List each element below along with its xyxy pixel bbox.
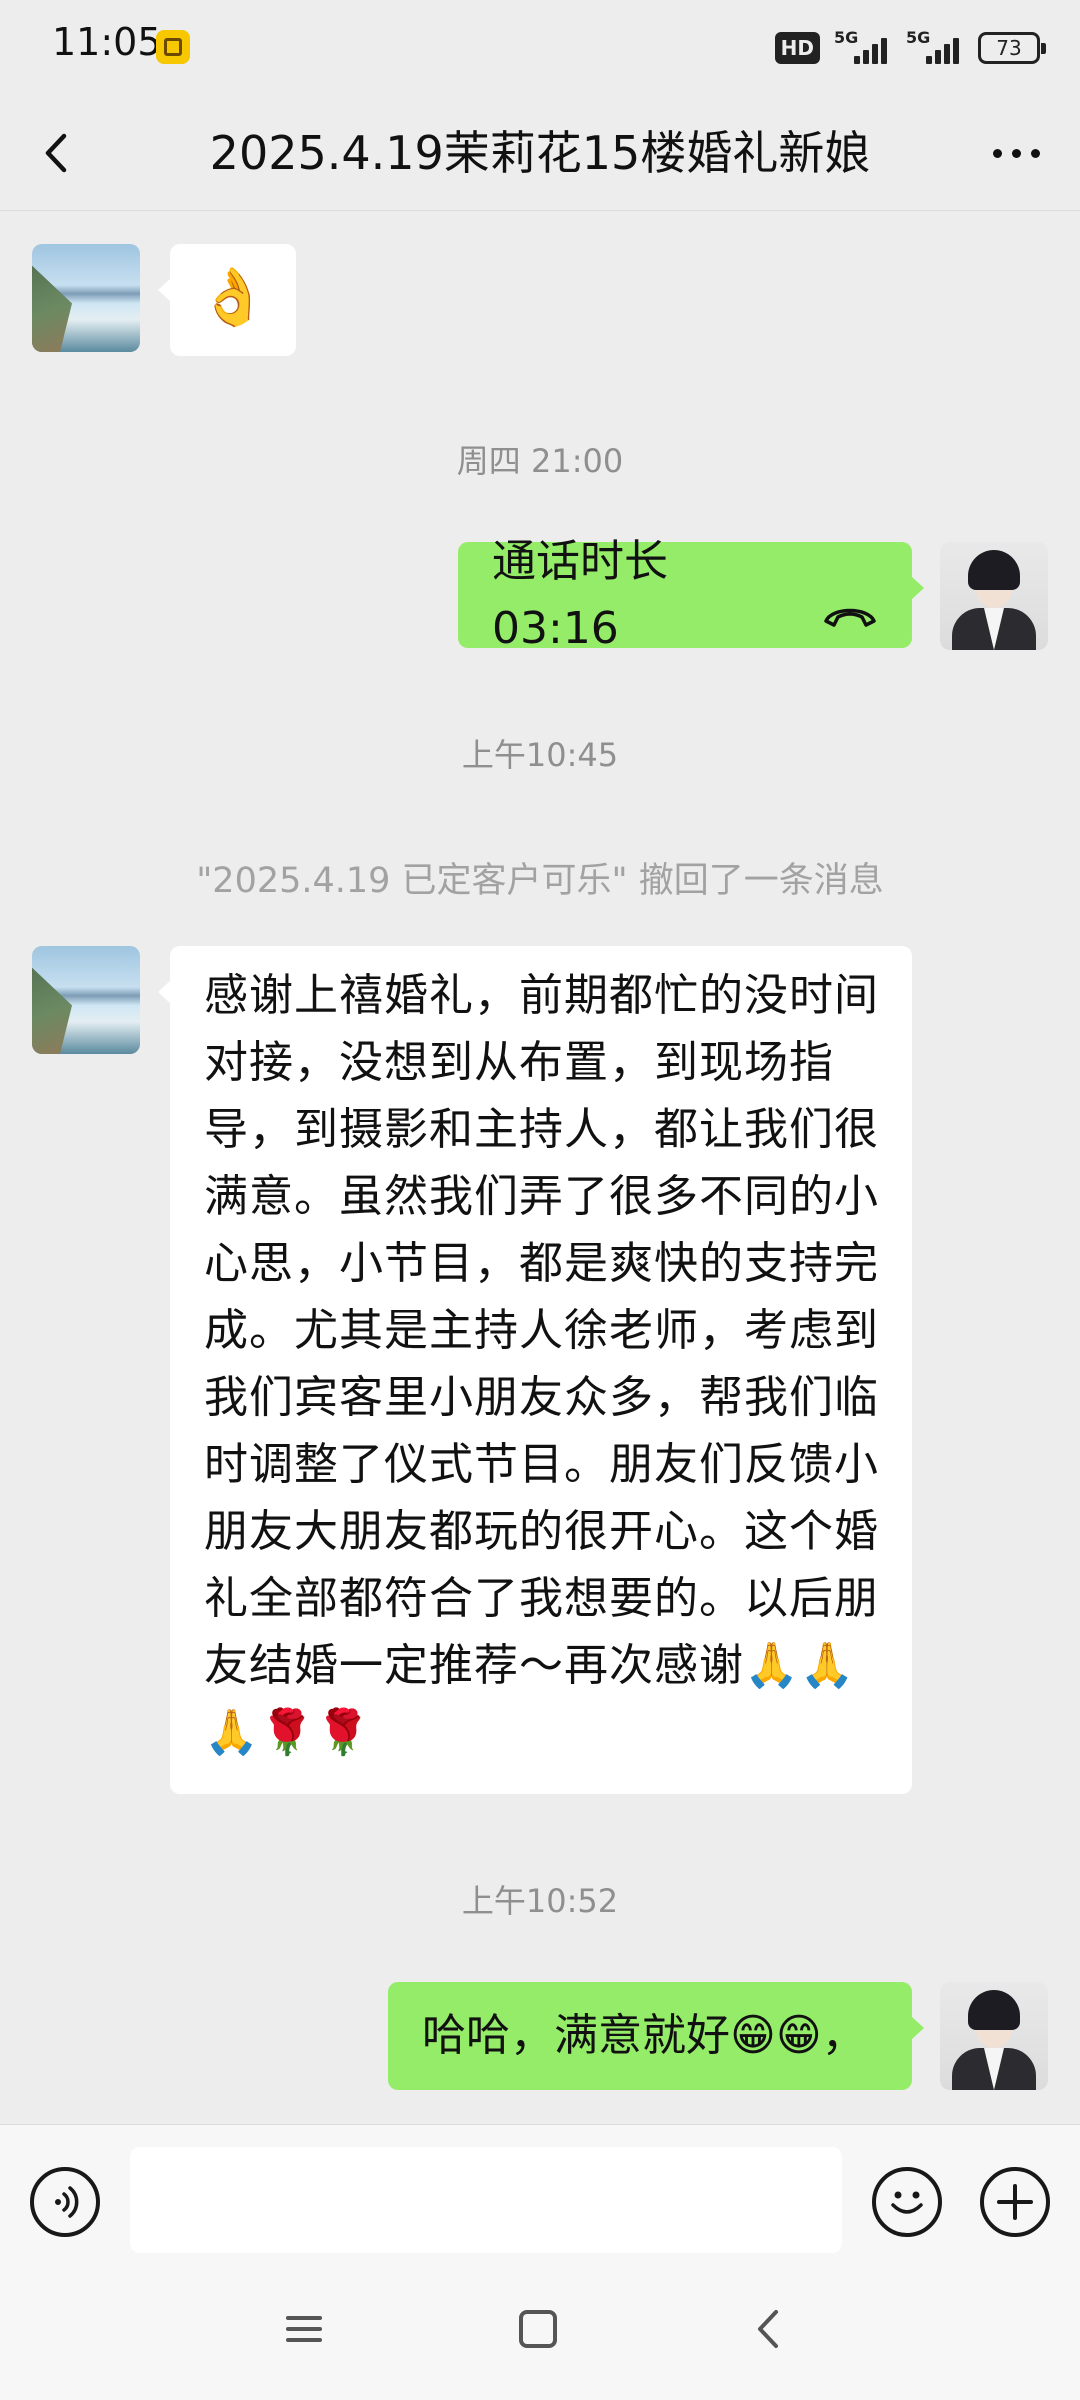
home-button[interactable] bbox=[498, 2294, 578, 2364]
input-bar bbox=[0, 2124, 1080, 2263]
my-avatar[interactable] bbox=[940, 1982, 1048, 2090]
phone-hangup-icon bbox=[822, 581, 878, 627]
call-duration-text: 通话时长 03:16 bbox=[492, 536, 668, 654]
call-record-bubble[interactable]: 通话时长 03:16 bbox=[458, 536, 924, 654]
time-divider: 周四 21:00 bbox=[456, 442, 624, 480]
home-square-icon bbox=[519, 2310, 557, 2348]
smiley-icon bbox=[891, 2191, 923, 2214]
more-dots-icon bbox=[992, 148, 1002, 158]
message-text: 哈哈，满意就好😁😁， bbox=[422, 2010, 866, 2061]
chat-header: 2025.4.19茉莉花15楼婚礼新娘 bbox=[0, 96, 1080, 211]
app-notification-icon bbox=[156, 30, 190, 64]
chevron-left-icon bbox=[45, 133, 67, 173]
voice-button[interactable] bbox=[30, 2167, 100, 2237]
chat-title: 2025.4.19茉莉花15楼婚礼新娘 bbox=[209, 126, 871, 180]
my-avatar[interactable] bbox=[940, 542, 1048, 650]
signal-icon: 5G bbox=[834, 28, 892, 66]
signal-icon: 5G bbox=[906, 28, 964, 66]
contact-avatar[interactable] bbox=[32, 244, 140, 352]
hd-voice-icon: HD bbox=[774, 32, 820, 64]
message-bubble[interactable]: 👌 bbox=[158, 244, 296, 356]
more-functions-button[interactable] bbox=[980, 2167, 1050, 2237]
system-back-button[interactable] bbox=[730, 2294, 810, 2364]
menu-icon bbox=[286, 2316, 322, 2342]
contact-avatar[interactable] bbox=[32, 946, 140, 1054]
time-divider: 上午10:45 bbox=[461, 736, 619, 774]
status-indicators: HD 5G 5G 73 bbox=[774, 28, 1046, 68]
back-arrow-icon bbox=[758, 2310, 778, 2348]
battery-level: 73 bbox=[996, 36, 1022, 60]
voice-icon bbox=[55, 2186, 79, 2218]
emoji-button[interactable] bbox=[872, 2167, 942, 2237]
recent-apps-button[interactable] bbox=[264, 2294, 344, 2364]
message-input[interactable] bbox=[130, 2147, 842, 2253]
system-nav-bar bbox=[0, 2262, 1080, 2400]
recall-notice: "2025.4.19 已定客户可乐" 撤回了一条消息 bbox=[196, 861, 884, 901]
message-text: 感谢上禧婚礼，前期都忙的没时间对接，没想到从布置，到现场指导，到摄影和主持人，都… bbox=[204, 970, 879, 1758]
time-divider: 上午10:52 bbox=[461, 1882, 619, 1920]
battery-icon: 73 bbox=[978, 32, 1046, 64]
plus-icon bbox=[997, 2184, 1033, 2220]
status-time: 11:05 bbox=[52, 20, 162, 64]
ok-hand-emoji: 👌 bbox=[198, 265, 268, 330]
status-bar: 11:05 HD 5G 5G 73 bbox=[0, 0, 1080, 96]
message-bubble[interactable]: 哈哈，满意就好😁😁， bbox=[388, 1982, 924, 2090]
message-bubble[interactable]: 感谢上禧婚礼，前期都忙的没时间对接，没想到从布置，到现场指导，到摄影和主持人，都… bbox=[158, 946, 912, 1794]
more-options-button[interactable] bbox=[982, 122, 1050, 184]
back-button[interactable] bbox=[28, 122, 90, 184]
